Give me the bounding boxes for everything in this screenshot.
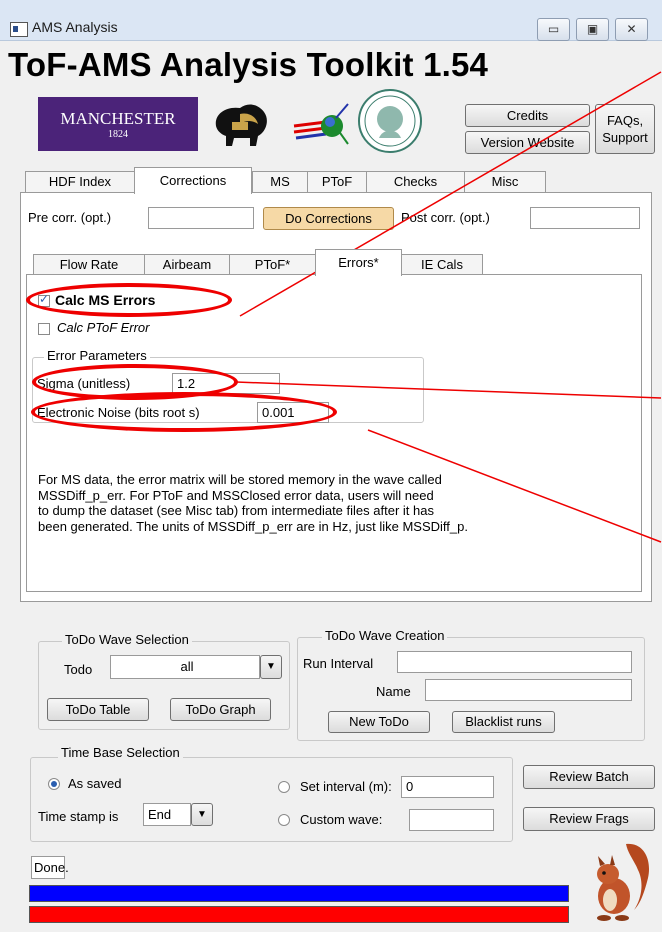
app-window: AMS Analysis ▭ ▣ ✕ ToF-AMS Analysis Tool… bbox=[0, 0, 662, 932]
annotation-lines bbox=[235, 71, 662, 543]
subtab-errors[interactable]: Errors* bbox=[315, 249, 402, 276]
tab-corrections[interactable]: Corrections bbox=[134, 167, 252, 194]
